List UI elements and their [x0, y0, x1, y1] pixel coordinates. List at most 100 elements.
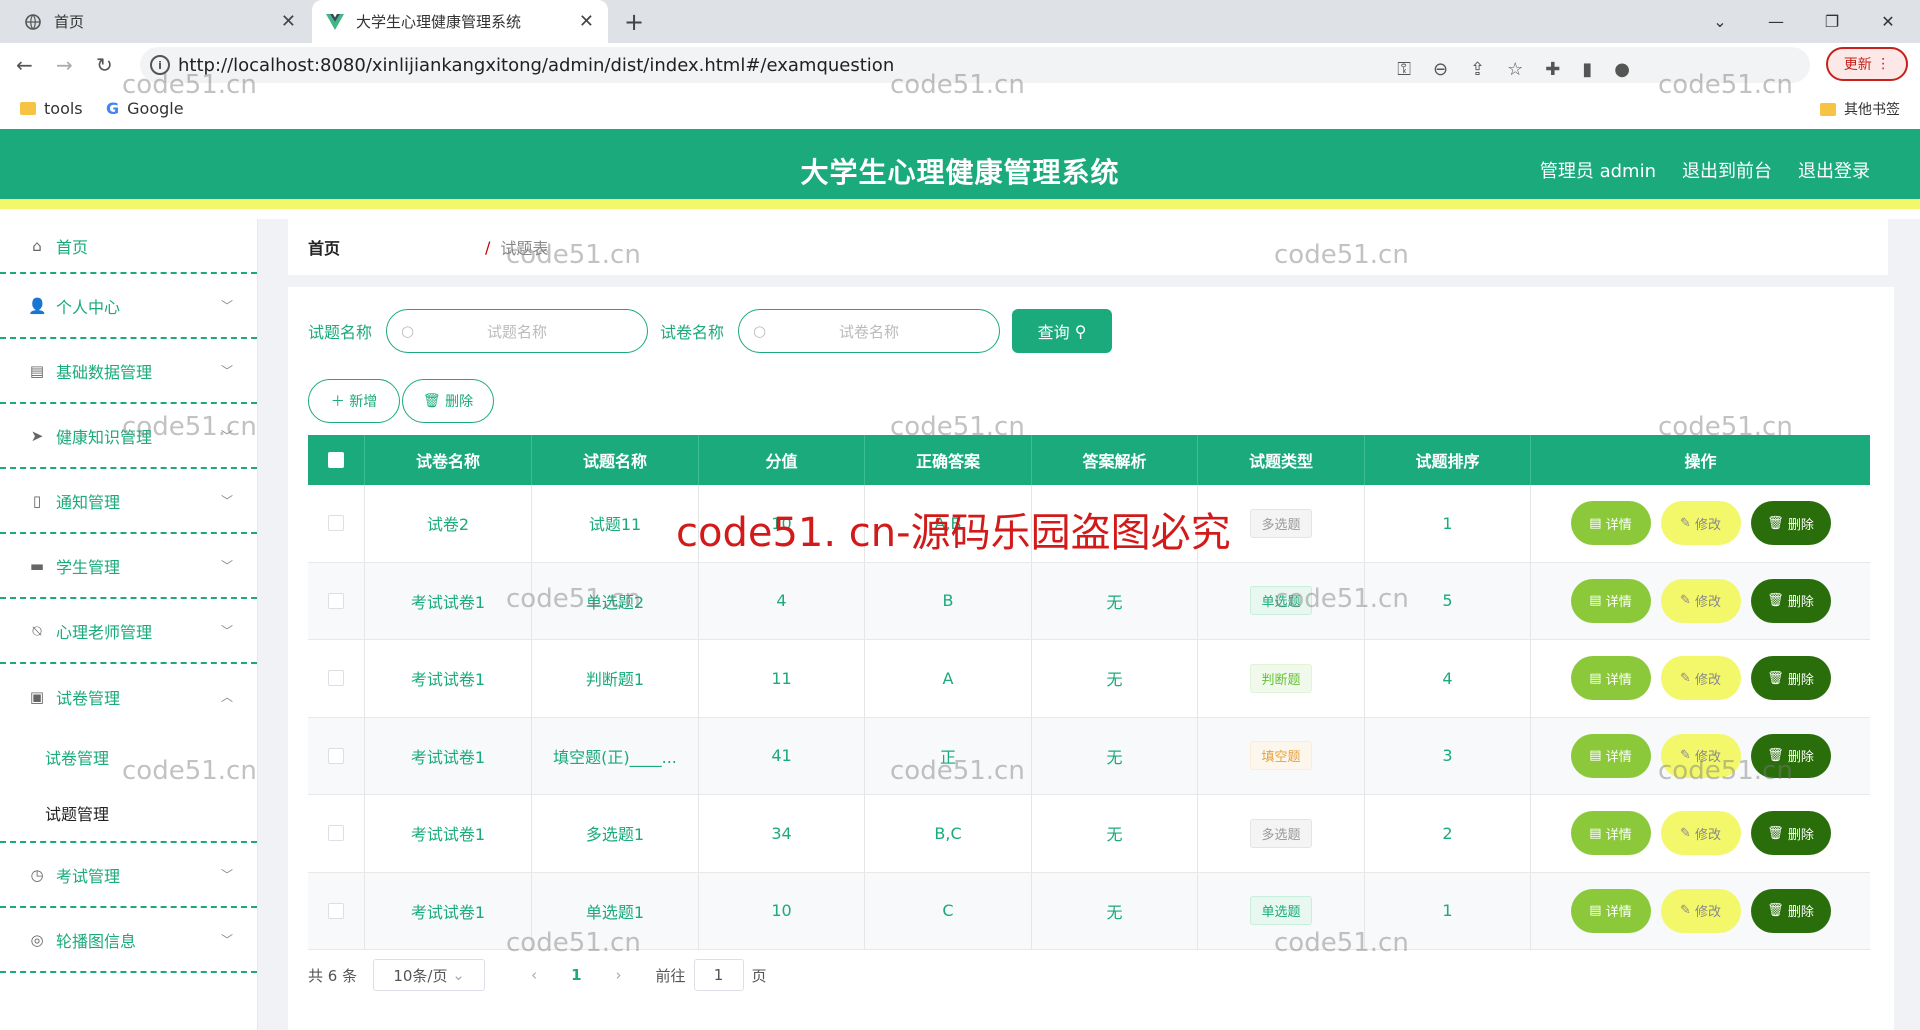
edit-button[interactable]: ✎ 修改: [1660, 501, 1741, 546]
column-header[interactable]: 试卷名称: [365, 435, 532, 485]
close-icon[interactable]: ✕: [281, 11, 296, 32]
sidepanel-icon[interactable]: ▮: [1582, 59, 1592, 80]
bell-off-icon: ⍉: [32, 621, 42, 640]
paper-name-input[interactable]: ○ 试卷名称: [738, 309, 1001, 353]
column-header[interactable]: 答案解析: [1032, 435, 1198, 485]
row-checkbox[interactable]: [328, 902, 344, 919]
edit-button[interactable]: ✎ 修改: [1660, 733, 1741, 778]
profile-icon[interactable]: ●: [1614, 59, 1630, 80]
sidebar-subitem-questions[interactable]: 试题管理: [0, 785, 257, 841]
back-icon[interactable]: ←: [16, 53, 33, 77]
edit-button[interactable]: ✎ 修改: [1660, 656, 1741, 701]
sidebar-item-carousel[interactable]: ◎ 轮播图信息 ﹀: [0, 908, 257, 973]
question-name-input[interactable]: ○ 试题名称: [386, 309, 649, 353]
cell-type: 判断题: [1198, 640, 1365, 717]
delete-label: 删除: [1787, 905, 1814, 921]
window-close-icon[interactable]: ✕: [1860, 0, 1916, 43]
row-checkbox[interactable]: [328, 515, 344, 532]
add-button[interactable]: ＋ 新增: [308, 379, 400, 423]
column-header[interactable]: 分值: [699, 435, 865, 485]
sidebar-item-label: 健康知识管理: [56, 427, 153, 447]
main-content: 首页 / 试题表 试题名称 ○ 试题名称 试卷名称 ○ 试卷名称 查询 ⚲ ＋ …: [258, 219, 1920, 1030]
reload-icon[interactable]: ↻: [96, 53, 113, 77]
front-link[interactable]: 退出到前台: [1682, 157, 1772, 183]
delete-button[interactable]: 🗑 删除: [1750, 888, 1831, 933]
column-header[interactable]: 试题类型: [1198, 435, 1365, 485]
delete-button[interactable]: 🗑 删除: [1750, 811, 1831, 856]
delete-button[interactable]: 🗑 删除: [1750, 733, 1831, 778]
breadcrumb-home[interactable]: 首页: [308, 235, 475, 259]
sidebar-item-notice[interactable]: ▯ 通知管理 ﹀: [0, 469, 257, 534]
trash-icon: 🗑: [1767, 903, 1784, 919]
chevron-down-icon[interactable]: ⌄: [1692, 0, 1748, 43]
detail-button[interactable]: ▤ 详情: [1570, 656, 1651, 701]
page-number[interactable]: 1: [571, 966, 581, 984]
edit-button[interactable]: ✎ 修改: [1660, 888, 1741, 933]
delete-button[interactable]: 🗑 删除: [1750, 578, 1831, 623]
share-icon[interactable]: ⇪: [1470, 59, 1485, 80]
delete-button[interactable]: 🗑 删除: [1750, 656, 1831, 701]
tab-home[interactable]: 首页 ✕: [10, 0, 310, 43]
batch-delete-button[interactable]: 🗑 删除: [402, 379, 494, 423]
bookmark-google[interactable]: G Google: [106, 99, 184, 118]
detail-label: 详情: [1605, 905, 1632, 921]
update-button[interactable]: 更新 ⋮: [1826, 47, 1908, 81]
edit-button[interactable]: ✎ 修改: [1660, 811, 1741, 856]
edit-label: 修改: [1695, 672, 1722, 688]
row-checkbox[interactable]: [328, 592, 344, 609]
row-checkbox[interactable]: [328, 747, 344, 764]
star-icon[interactable]: ☆: [1507, 59, 1523, 80]
pencil-icon: ✎: [1679, 825, 1691, 841]
select-all-checkbox[interactable]: [328, 452, 344, 468]
select-all-cell: [308, 435, 365, 485]
page-size-select[interactable]: 10条/页 ⌄: [373, 959, 486, 991]
detail-button[interactable]: ▤ 详情: [1570, 501, 1651, 546]
new-tab-icon[interactable]: +: [624, 8, 644, 36]
sidebar-item-basic-data[interactable]: ▤ 基础数据管理 ﹀: [0, 339, 257, 404]
cell-operations: ▤ 详情 ✎ 修改 🗑 删除: [1531, 485, 1870, 562]
chevron-down-icon: ⌄: [452, 966, 465, 984]
sidebar-subitem-papers[interactable]: 试卷管理: [0, 729, 257, 785]
forward-icon[interactable]: →: [56, 53, 73, 77]
row-checkbox[interactable]: [328, 670, 344, 687]
trash-icon: 🗑: [422, 393, 441, 409]
sidebar-item-papers[interactable]: ▣ 试卷管理 ︿: [0, 664, 257, 729]
minimize-icon[interactable]: —: [1748, 0, 1804, 43]
sidebar-item-profile[interactable]: 👤 个人中心 ﹀: [0, 274, 257, 339]
query-button[interactable]: 查询 ⚲: [1012, 309, 1113, 353]
row-checkbox[interactable]: [328, 825, 344, 842]
detail-button[interactable]: ▤ 详情: [1570, 733, 1651, 778]
row-select-cell: [308, 485, 365, 562]
cell-order: 3: [1365, 717, 1531, 794]
detail-button[interactable]: ▤ 详情: [1570, 578, 1651, 623]
extensions-icon[interactable]: ✚: [1545, 59, 1560, 80]
bookmark-tools[interactable]: tools: [20, 99, 83, 118]
folder-icon: [20, 102, 36, 115]
tab-system[interactable]: 大学生心理健康管理系统 ✕: [312, 0, 608, 43]
other-bookmarks[interactable]: 其他书签: [1820, 99, 1900, 119]
column-header[interactable]: 正确答案: [865, 435, 1032, 485]
edit-button[interactable]: ✎ 修改: [1660, 578, 1741, 623]
column-header[interactable]: 试题排序: [1365, 435, 1531, 485]
logout-link[interactable]: 退出登录: [1798, 157, 1870, 183]
delete-button[interactable]: 🗑 删除: [1750, 501, 1831, 546]
sidebar-item-students[interactable]: ▬ 学生管理 ﹀: [0, 534, 257, 599]
sidebar-subitem-label: 试题管理: [45, 805, 110, 824]
sidebar-item-home[interactable]: ⌂ 首页: [0, 219, 257, 274]
url-field[interactable]: i http://localhost:8080/xinlijiankangxit…: [140, 47, 1810, 83]
info-icon[interactable]: i: [150, 55, 170, 75]
sidebar-item-teachers[interactable]: ⍉ 心理老师管理 ﹀: [0, 599, 257, 664]
zoom-icon[interactable]: ⊖: [1433, 59, 1448, 80]
close-icon[interactable]: ✕: [579, 11, 594, 32]
key-icon[interactable]: ⚿: [1397, 59, 1411, 80]
goto-page-input[interactable]: 1: [693, 959, 744, 991]
detail-button[interactable]: ▤ 详情: [1570, 888, 1651, 933]
sidebar-item-health-knowledge[interactable]: ➤ 健康知识管理 ﹀: [0, 404, 257, 469]
column-header[interactable]: 试题名称: [532, 435, 699, 485]
restore-icon[interactable]: ❐: [1804, 0, 1860, 43]
sidebar-item-exams[interactable]: ◷ 考试管理 ﹀: [0, 843, 257, 908]
detail-button[interactable]: ▤ 详情: [1570, 811, 1651, 856]
prev-page-icon[interactable]: ‹: [531, 966, 537, 984]
cell-analysis: 无: [1032, 717, 1198, 794]
next-page-icon[interactable]: ›: [616, 966, 622, 984]
